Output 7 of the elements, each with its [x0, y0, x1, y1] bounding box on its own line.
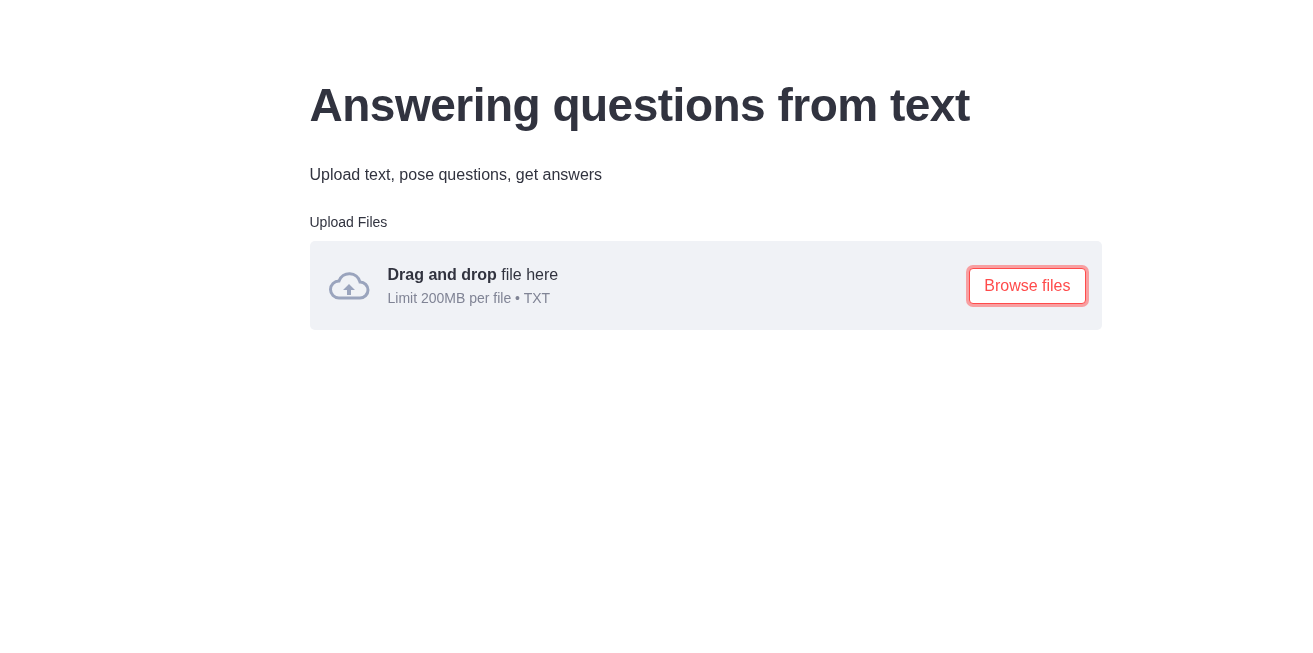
subtitle: Upload text, pose questions, get answers: [309, 165, 604, 185]
file-drop-zone[interactable]: Drag and drop file here Limit 200MB per file • TXT Browse files: [309, 241, 1102, 330]
page-title: Answering questions from text: [309, 78, 971, 133]
uploader-label: Upload Files: [309, 214, 389, 230]
cloud-upload-icon: [327, 270, 370, 301]
drop-instruction: Drag and drop file here: [387, 265, 560, 284]
file-limit-note: Limit 200MB per file • TXT: [387, 289, 552, 306]
